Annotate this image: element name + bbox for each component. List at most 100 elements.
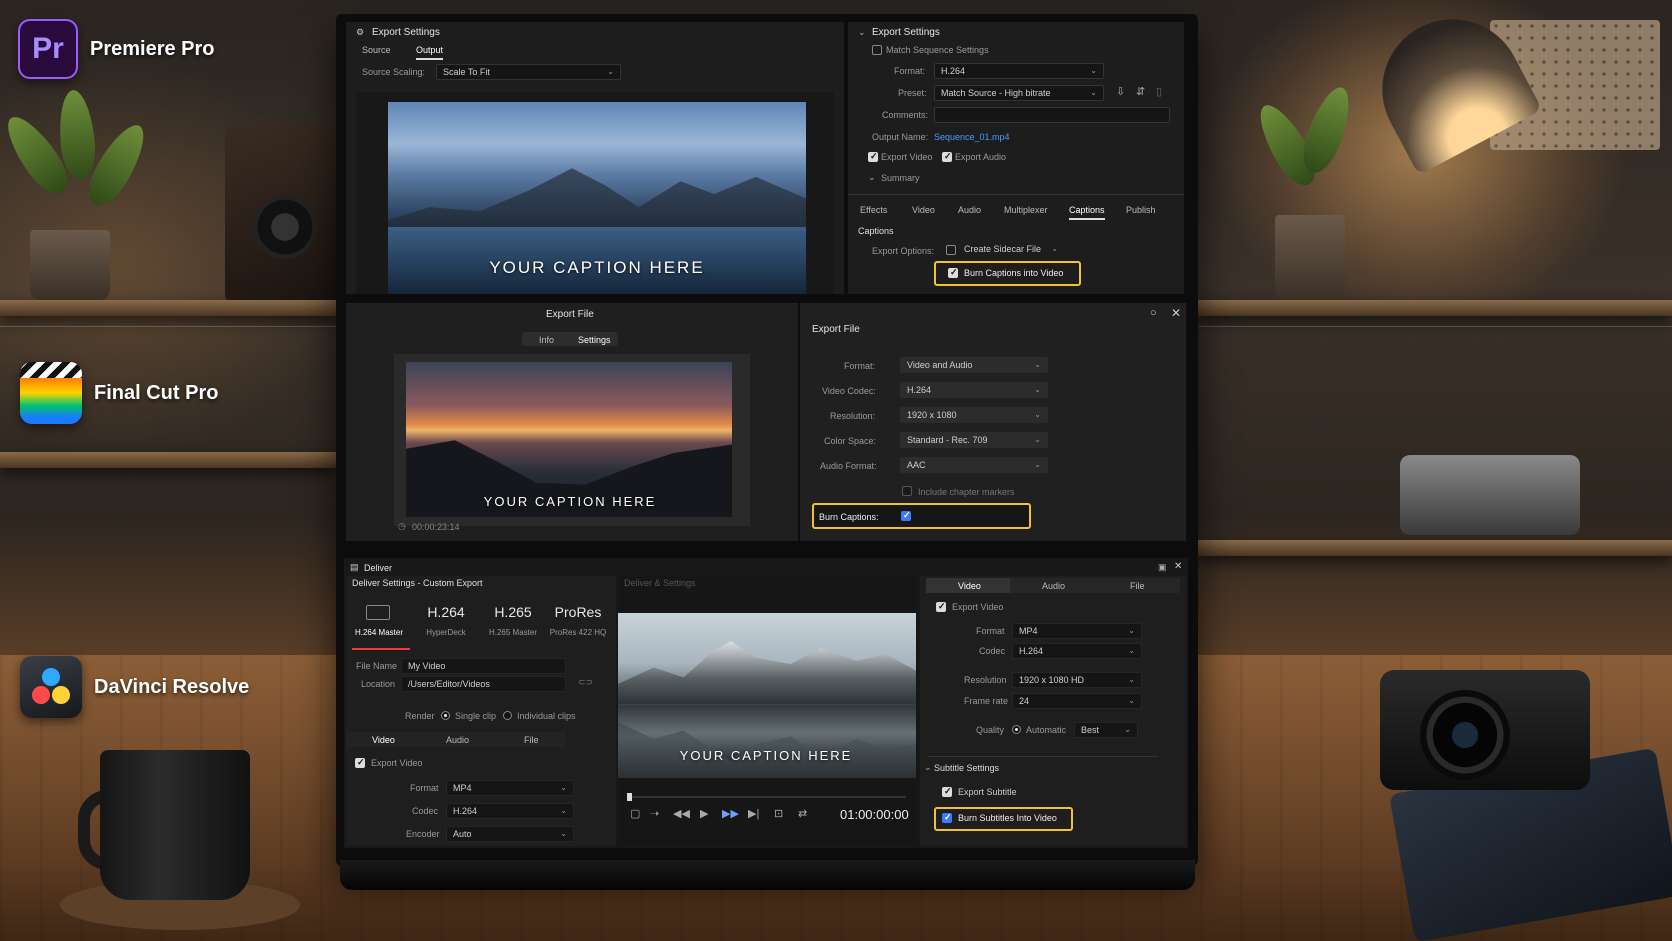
individual-clips-radio[interactable] bbox=[503, 711, 512, 720]
format-label: Format bbox=[976, 626, 1005, 636]
format-label: Format bbox=[410, 783, 439, 793]
export-video-checkbox[interactable] bbox=[936, 601, 946, 612]
video-codec-dropdown[interactable]: H.264 ⌄ bbox=[900, 382, 1048, 398]
burn-captions-checkbox[interactable] bbox=[901, 510, 911, 521]
loop-icon[interactable]: ▢ bbox=[630, 807, 640, 820]
summary-label[interactable]: Summary bbox=[881, 173, 920, 183]
location-input[interactable]: /Users/Editor/Videos bbox=[401, 676, 566, 692]
tab-audio[interactable]: Audio bbox=[1042, 581, 1065, 591]
file-name-input[interactable]: My Video bbox=[401, 658, 566, 674]
match-sequence-checkbox[interactable] bbox=[872, 45, 882, 55]
burn-subtitles-checkbox[interactable] bbox=[942, 812, 952, 823]
quality-dropdown[interactable]: Best ⌄ bbox=[1074, 722, 1138, 738]
export-audio-label: Export Audio bbox=[955, 152, 1007, 162]
import-preset-icon[interactable]: ⇵ bbox=[1136, 85, 1145, 98]
resolution-dropdown[interactable]: 1920 x 1080 ⌄ bbox=[900, 407, 1048, 423]
export-subtitle-checkbox[interactable] bbox=[942, 786, 952, 797]
output-name-link[interactable]: Sequence_01.mp4 bbox=[934, 132, 1010, 142]
close-icon[interactable]: ✕ bbox=[1171, 306, 1181, 320]
tab-file[interactable]: File bbox=[524, 735, 539, 745]
close-icon[interactable]: ✕ bbox=[1174, 561, 1182, 572]
chevron-down-icon: ⌄ bbox=[1128, 696, 1135, 705]
dropdown-value: Best bbox=[1081, 725, 1100, 735]
resolve-preview-panel: Deliver & Settings YOUR CAPTION HERE ▢ ➝… bbox=[618, 576, 918, 846]
panel-title: Export Settings bbox=[872, 27, 940, 38]
dropdown-value: Scale To Fit bbox=[443, 67, 490, 77]
tab-output[interactable]: Output bbox=[416, 45, 444, 60]
tab-video[interactable]: Video bbox=[372, 735, 395, 745]
tab-audio[interactable]: Audio bbox=[958, 205, 981, 215]
source-scaling-dropdown[interactable]: Scale To Fit ⌄ bbox=[436, 64, 621, 80]
export-audio-checkbox[interactable] bbox=[942, 151, 952, 162]
tab-audio[interactable]: Audio bbox=[446, 735, 469, 745]
davinci-resolve-icon bbox=[20, 656, 82, 718]
sidecar-checkbox[interactable] bbox=[946, 245, 956, 255]
cycle-icon[interactable]: ⇄ bbox=[798, 807, 807, 820]
frame-rate-dropdown[interactable]: 24 ⌄ bbox=[1012, 693, 1142, 709]
format-dropdown[interactable]: MP4 ⌄ bbox=[1012, 623, 1142, 639]
refresh-icon[interactable]: ○ bbox=[1150, 307, 1157, 319]
scrubber-track[interactable] bbox=[628, 796, 906, 798]
audio-format-dropdown[interactable]: AAC ⌄ bbox=[900, 457, 1048, 473]
format-dropdown[interactable]: H.264 ⌄ bbox=[934, 63, 1104, 79]
tab-video[interactable]: Video bbox=[912, 205, 935, 215]
export-options-dropdown[interactable]: Create Sidecar File ⌄ bbox=[944, 242, 1064, 258]
codec-option-hyperdeck[interactable]: H.264 HyperDeck bbox=[413, 604, 479, 637]
comments-input[interactable] bbox=[934, 107, 1170, 123]
delete-preset-icon[interactable]: ▯ bbox=[1156, 85, 1162, 98]
gear-icon[interactable]: ⚙ bbox=[356, 27, 364, 38]
tab-source[interactable]: Source bbox=[362, 45, 391, 55]
chevron-down-icon: ⌄ bbox=[1051, 244, 1058, 253]
chevron-down-icon[interactable]: ⌄ bbox=[924, 762, 932, 773]
tab-effects[interactable]: Effects bbox=[860, 205, 887, 215]
rewind-icon[interactable]: ◀◀ bbox=[673, 807, 690, 820]
settings-title: Deliver Settings - Custom Export bbox=[352, 578, 483, 588]
quality-label: Quality bbox=[976, 725, 1005, 735]
browse-icon[interactable]: ⊂⊃ bbox=[578, 677, 593, 688]
step-forward-icon[interactable]: ➝ bbox=[650, 807, 659, 820]
tab-info[interactable]: Info bbox=[539, 335, 554, 345]
skip-end-icon[interactable]: ▶| bbox=[748, 807, 759, 820]
selected-indicator bbox=[352, 648, 410, 650]
quality-auto-radio[interactable] bbox=[1012, 725, 1021, 734]
single-clip-radio[interactable] bbox=[441, 711, 450, 720]
source-scaling-label: Source Scaling: bbox=[362, 67, 426, 77]
tab-publish[interactable]: Publish bbox=[1126, 205, 1156, 215]
color-space-dropdown[interactable]: Standard - Rec. 709 ⌄ bbox=[900, 432, 1048, 448]
chevron-down-icon[interactable]: ⌄ bbox=[868, 172, 876, 183]
fast-forward-icon[interactable]: ▶▶ bbox=[722, 807, 739, 820]
in-out-icon[interactable]: ⊡ bbox=[774, 807, 783, 820]
dropdown-value: 1920 x 1080 bbox=[907, 410, 957, 420]
codec-dropdown[interactable]: H.264 ⌄ bbox=[1012, 643, 1142, 659]
deliver-icon: ▤ bbox=[350, 562, 359, 572]
window-icon[interactable]: ▣ bbox=[1158, 562, 1167, 573]
preset-dropdown[interactable]: Match Source - High bitrate ⌄ bbox=[934, 85, 1104, 101]
save-preset-icon[interactable]: ⇩ bbox=[1116, 85, 1125, 98]
tab-file[interactable]: File bbox=[1130, 581, 1145, 591]
export-video-checkbox[interactable] bbox=[355, 757, 365, 768]
speaker bbox=[225, 125, 345, 300]
playhead[interactable] bbox=[627, 793, 632, 801]
codec-dropdown[interactable]: H.264 ⌄ bbox=[446, 803, 574, 819]
play-icon[interactable]: ▶ bbox=[700, 807, 708, 820]
burn-captions-checkbox[interactable] bbox=[948, 267, 958, 278]
app-name: Final Cut Pro bbox=[94, 381, 219, 404]
export-video-checkbox[interactable] bbox=[868, 151, 878, 162]
encoder-dropdown[interactable]: Auto ⌄ bbox=[446, 826, 574, 842]
tab-settings[interactable]: Settings bbox=[578, 335, 611, 345]
chapter-markers-checkbox[interactable] bbox=[902, 486, 912, 496]
resolution-dropdown[interactable]: 1920 x 1080 HD ⌄ bbox=[1012, 672, 1142, 688]
encoder-label: Encoder bbox=[406, 829, 440, 839]
tab-captions[interactable]: Captions bbox=[1069, 205, 1105, 220]
format-dropdown[interactable]: Video and Audio ⌄ bbox=[900, 357, 1048, 373]
tab-multiplexer[interactable]: Multiplexer bbox=[1004, 205, 1048, 215]
app-label-resolve: DaVinci Resolve bbox=[20, 656, 249, 718]
format-dropdown[interactable]: MP4 ⌄ bbox=[446, 780, 574, 796]
codec-option-prores[interactable]: ProRes ProRes 422 HQ bbox=[545, 604, 611, 637]
tab-video[interactable]: Video bbox=[958, 581, 981, 591]
subtitle-settings-heading[interactable]: Subtitle Settings bbox=[934, 763, 999, 773]
codec-option-h265-master[interactable]: H.265 H.265 Master bbox=[480, 604, 546, 637]
premiere-right-panel: ⌄ Export Settings Match Sequence Setting… bbox=[848, 22, 1184, 294]
preset-label: Preset: bbox=[898, 88, 927, 98]
chevron-down-icon[interactable]: ⌄ bbox=[858, 27, 866, 38]
